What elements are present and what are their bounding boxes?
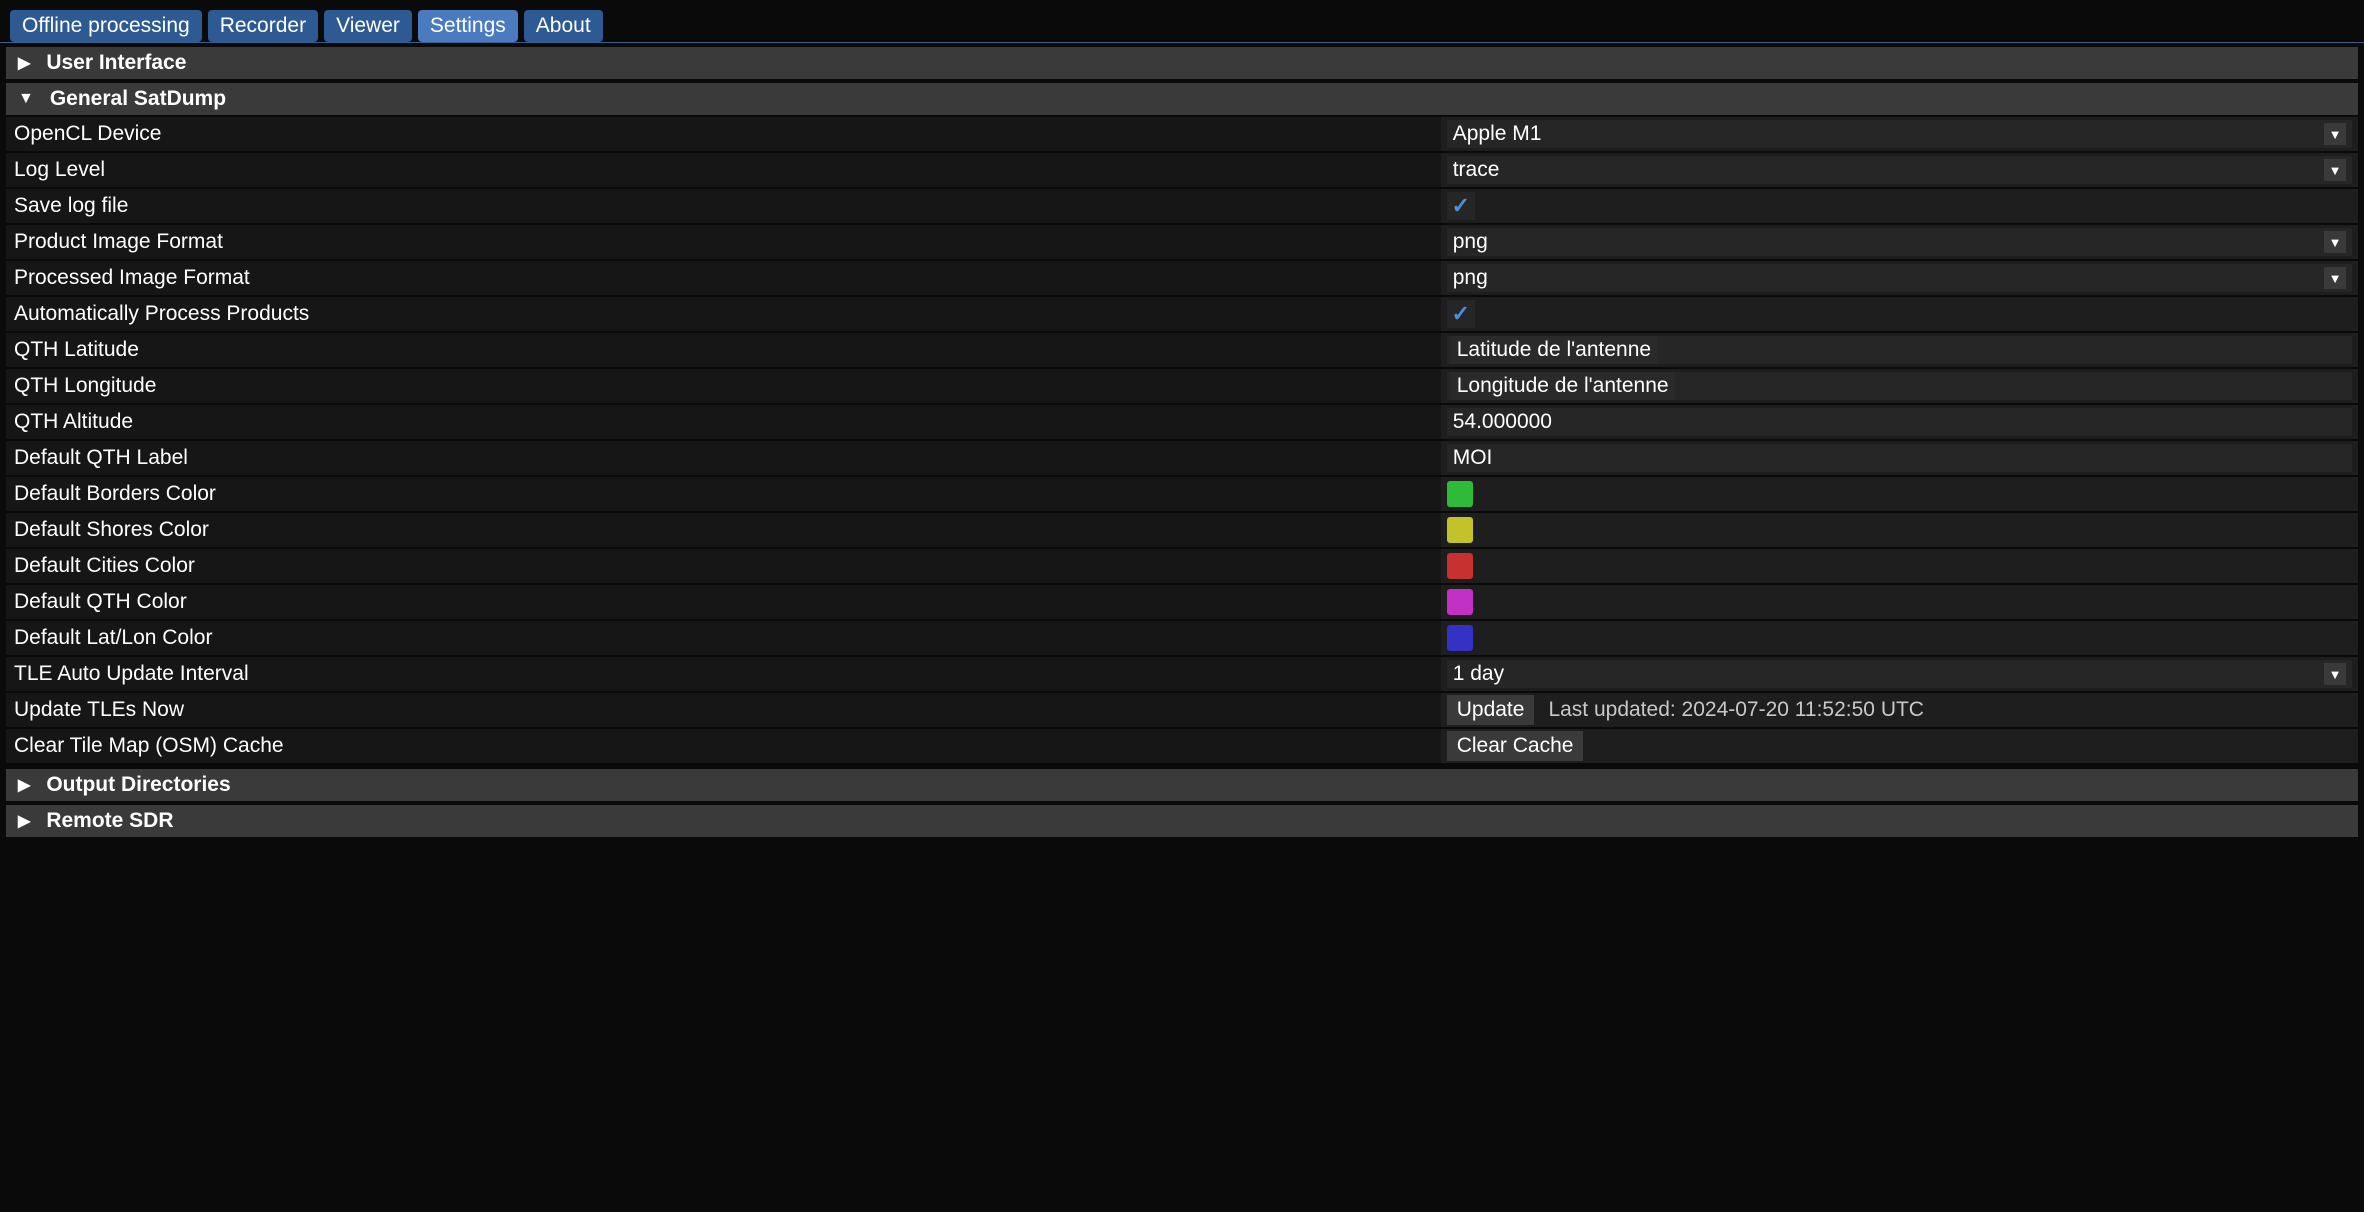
clear-cache-button[interactable]: Clear Cache [1447, 731, 1584, 761]
chevron-down-icon: ▼ [2324, 663, 2346, 685]
table-row: QTH Longitude Longitude de l'antenne [6, 369, 2358, 405]
table-row: QTH Latitude Latitude de l'antenne [6, 333, 2358, 369]
setting-label: Default QTH Label [6, 441, 1441, 475]
chevron-down-icon: ▼ [2324, 267, 2346, 289]
save-log-file-checkbox[interactable]: ✓ [1447, 192, 1475, 220]
section-title: User Interface [46, 51, 186, 75]
table-row: OpenCL Device Apple M1 ▼ [6, 117, 2358, 153]
chevron-down-icon: ▼ [2324, 123, 2346, 145]
triangle-right-icon: ▶ [18, 811, 30, 831]
setting-label: Default Shores Color [6, 513, 1441, 547]
setting-label: OpenCL Device [6, 117, 1441, 151]
tab-about[interactable]: About [524, 10, 603, 42]
section-header-output-directories[interactable]: ▶ Output Directories [6, 769, 2358, 801]
section-title: Remote SDR [46, 809, 173, 833]
tle-interval-select[interactable]: 1 day ▼ [1447, 660, 2352, 688]
tab-offline-processing[interactable]: Offline processing [10, 10, 202, 42]
table-row: Update TLEs Now Update Last updated: 202… [6, 693, 2358, 729]
setting-label: TLE Auto Update Interval [6, 657, 1441, 691]
setting-label: Clear Tile Map (OSM) Cache [6, 729, 1441, 763]
shores-color-swatch[interactable] [1447, 517, 1473, 543]
general-settings-rows: OpenCL Device Apple M1 ▼ Log Level trace… [6, 117, 2358, 765]
opencl-device-select[interactable]: Apple M1 ▼ [1447, 120, 2352, 148]
table-row: Log Level trace ▼ [6, 153, 2358, 189]
product-image-format-select[interactable]: png ▼ [1447, 228, 2352, 256]
default-qth-label-input[interactable] [1447, 444, 2352, 472]
setting-label: Save log file [6, 189, 1441, 223]
borders-color-swatch[interactable] [1447, 481, 1473, 507]
triangle-down-icon: ▼ [18, 90, 34, 108]
setting-label: Automatically Process Products [6, 297, 1441, 331]
section-header-remote-sdr[interactable]: ▶ Remote SDR [6, 805, 2358, 837]
setting-label: Default Cities Color [6, 549, 1441, 583]
table-row: Product Image Format png ▼ [6, 225, 2358, 261]
table-row: Processed Image Format png ▼ [6, 261, 2358, 297]
setting-label: Default QTH Color [6, 585, 1441, 619]
tab-settings[interactable]: Settings [418, 10, 518, 42]
setting-label: Processed Image Format [6, 261, 1441, 295]
section-title: General SatDump [50, 87, 226, 111]
table-row: Default Shores Color [6, 513, 2358, 549]
table-row: Clear Tile Map (OSM) Cache Clear Cache [6, 729, 2358, 765]
setting-label: Default Lat/Lon Color [6, 621, 1441, 655]
triangle-right-icon: ▶ [18, 53, 30, 73]
qth-latitude-input[interactable] [1447, 336, 2352, 364]
log-level-select[interactable]: trace ▼ [1447, 156, 2352, 184]
table-row: Save log file ✓ [6, 189, 2358, 225]
section-title: Output Directories [46, 773, 230, 797]
cities-color-swatch[interactable] [1447, 553, 1473, 579]
table-row: TLE Auto Update Interval 1 day ▼ [6, 657, 2358, 693]
table-row: Default Lat/Lon Color [6, 621, 2358, 657]
chevron-down-icon: ▼ [2324, 159, 2346, 181]
select-value: 1 day [1453, 662, 1504, 686]
setting-label: Log Level [6, 153, 1441, 187]
latlon-color-swatch[interactable] [1447, 625, 1473, 651]
setting-label: Default Borders Color [6, 477, 1441, 511]
section-header-general-satdump[interactable]: ▼ General SatDump [6, 83, 2358, 115]
table-row: Default QTH Color [6, 585, 2358, 621]
setting-label: QTH Altitude [6, 405, 1441, 439]
qth-color-swatch[interactable] [1447, 589, 1473, 615]
update-tle-button[interactable]: Update [1447, 695, 1535, 725]
section-header-user-interface[interactable]: ▶ User Interface [6, 47, 2358, 79]
main-tabs: Offline processing Recorder Viewer Setti… [0, 0, 2364, 43]
select-value: Apple M1 [1453, 122, 1542, 146]
setting-label: QTH Longitude [6, 369, 1441, 403]
setting-label: QTH Latitude [6, 333, 1441, 367]
select-value: png [1453, 230, 1488, 254]
tab-viewer[interactable]: Viewer [324, 10, 412, 42]
table-row: Default Borders Color [6, 477, 2358, 513]
chevron-down-icon: ▼ [2324, 231, 2346, 253]
select-value: trace [1453, 158, 1500, 182]
select-value: png [1453, 266, 1488, 290]
triangle-right-icon: ▶ [18, 775, 30, 795]
auto-process-checkbox[interactable]: ✓ [1447, 300, 1475, 328]
table-row: Default QTH Label [6, 441, 2358, 477]
table-row: Default Cities Color [6, 549, 2358, 585]
setting-label: Update TLEs Now [6, 693, 1441, 727]
qth-longitude-input[interactable] [1447, 372, 2352, 400]
setting-label: Product Image Format [6, 225, 1441, 259]
table-row: Automatically Process Products ✓ [6, 297, 2358, 333]
tle-last-updated-text: Last updated: 2024-07-20 11:52:50 UTC [1548, 698, 1924, 722]
tab-recorder[interactable]: Recorder [208, 10, 318, 42]
processed-image-format-select[interactable]: png ▼ [1447, 264, 2352, 292]
table-row: QTH Altitude [6, 405, 2358, 441]
qth-altitude-input[interactable] [1447, 408, 2352, 436]
